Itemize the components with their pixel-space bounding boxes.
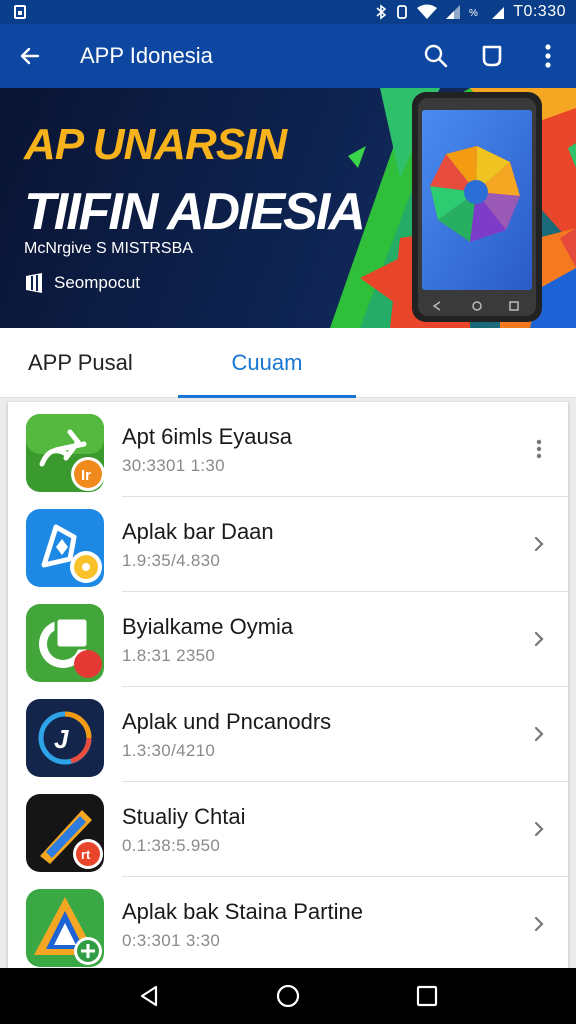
svg-text:rt: rt	[81, 847, 91, 862]
app-version: 1.9:35/4.830	[122, 551, 221, 570]
app-version: 1.3:30/4210	[122, 741, 216, 760]
svg-text:%: %	[469, 8, 478, 19]
status-time: T0:330	[513, 3, 566, 20]
list-item[interactable]: Byialkame Oymia 1.8:31 2350	[8, 592, 568, 687]
more-vert-icon	[545, 44, 551, 68]
plane-icon: Ir	[26, 414, 104, 492]
list-item[interactable]: Aplak bak Staina Partine 0:3:301 3:30	[8, 877, 568, 968]
bookmark-icon	[482, 45, 502, 67]
nav-recents-button[interactable]	[397, 968, 457, 1024]
bookmark-button[interactable]	[464, 24, 520, 88]
nav-back-icon	[141, 985, 158, 1007]
nav-recents-icon	[416, 985, 437, 1007]
tab-app-pusal[interactable]: APP Pusal	[0, 328, 178, 398]
notification-icon	[14, 5, 26, 19]
store-badge-icon	[26, 273, 42, 293]
app-name: Aplak und Pncanodrs	[122, 709, 332, 734]
list-item[interactable]: J Aplak und Pncanodrs 1.3:30/4210	[8, 687, 568, 782]
pencil-icon: rt	[26, 794, 104, 872]
promo-banner[interactable]: AP UNARSIN TIIFIN ADIESIA McNrgive S MIS…	[0, 88, 576, 328]
app-version: 0.1:38:5.950	[122, 836, 221, 855]
svg-text:Ir: Ir	[81, 467, 91, 484]
more-vert-icon	[536, 439, 542, 459]
app-name: Byialkame Oymia	[122, 614, 294, 639]
item-menu-button[interactable]	[528, 438, 550, 460]
banner-subtitle: McNrgive S MISTRSBA	[24, 240, 193, 257]
chevron-right-button[interactable]	[528, 628, 550, 650]
crop-icon	[26, 604, 104, 682]
banner-headline-1: AP UNARSIN	[24, 120, 287, 169]
overflow-menu-button[interactable]	[520, 24, 576, 88]
chevron-right-button[interactable]	[528, 818, 550, 840]
nav-home-button[interactable]	[258, 968, 318, 1024]
app-bar: APP Idonesia	[0, 24, 576, 88]
status-bar: % T0:330	[0, 0, 576, 24]
tab-cuuam[interactable]: Cuuam	[178, 328, 356, 398]
app-bar-title: APP Idonesia	[80, 43, 213, 68]
bluetooth-icon	[376, 4, 387, 20]
list-item[interactable]: Ir Apt 6imls Eyausa 30:3301 1:30	[8, 402, 568, 497]
app-name: Aplak bar Daan	[122, 519, 274, 544]
battery-icon: %	[469, 8, 478, 19]
nav-back-button[interactable]	[119, 968, 179, 1024]
banner-badge: Seompocut	[24, 272, 140, 294]
list-item[interactable]: Aplak bar Daan 1.9:35/4.830	[8, 497, 568, 592]
app-list: Ir Apt 6imls Eyausa 30:3301 1:30 Aplak b…	[8, 402, 568, 968]
list-item[interactable]: rt Stualiy Chtai 0.1:38:5.950	[8, 782, 568, 877]
triangle-icon	[26, 889, 104, 967]
compass-icon: J	[26, 699, 104, 777]
app-version: 1.8:31 2350	[122, 646, 216, 665]
app-version: 0:3:301 3:30	[122, 931, 221, 950]
chevron-right-button[interactable]	[528, 533, 550, 555]
chevron-right-icon	[534, 631, 544, 647]
chevron-right-icon	[534, 536, 544, 552]
search-icon	[424, 44, 448, 68]
banner-badge-label: Seompocut	[54, 273, 140, 292]
cell-signal-icon	[492, 7, 505, 19]
chevron-right-icon	[534, 916, 544, 932]
wifi-icon	[417, 4, 438, 19]
app-name: Stualiy Chtai	[122, 804, 246, 829]
app-version: 30:3301 1:30	[122, 456, 225, 475]
svg-text:J: J	[54, 724, 69, 754]
chevron-right-button[interactable]	[528, 723, 550, 745]
signal-icon	[446, 5, 461, 19]
arrow-back-icon	[20, 47, 40, 65]
nav-home-icon	[276, 984, 300, 1008]
search-button[interactable]	[408, 24, 464, 88]
chevron-right-icon	[534, 726, 544, 742]
chevron-right-icon	[534, 821, 544, 837]
back-button[interactable]	[0, 24, 60, 88]
banner-headline-2: TIIFIN ADIESIA	[24, 183, 366, 241]
tab-bar: APP Pusal Cuuam	[0, 328, 576, 398]
vibrate-icon	[397, 5, 408, 19]
app-name: Aplak bak Staina Partine	[122, 899, 363, 924]
app-name: Apt 6imls Eyausa	[122, 424, 292, 449]
shield-icon	[26, 509, 104, 587]
system-nav-bar	[0, 968, 576, 1024]
chevron-right-button[interactable]	[528, 913, 550, 935]
